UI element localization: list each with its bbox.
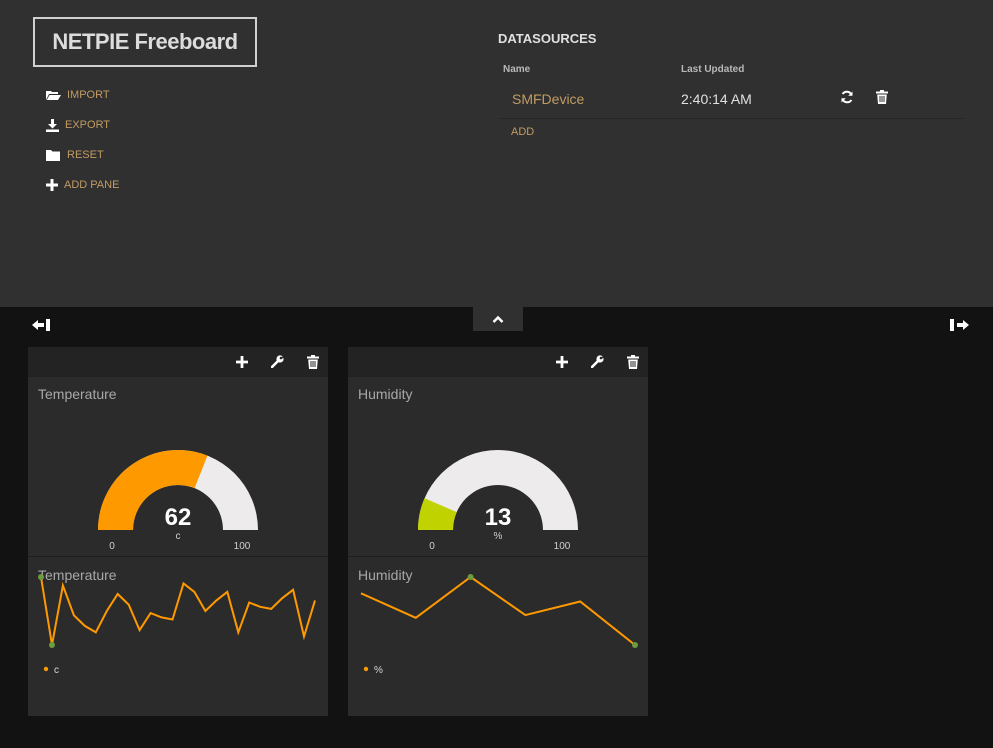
temperature-gauge: 62 c 0 100 — [98, 450, 258, 552]
add-widget-button[interactable] — [236, 355, 248, 373]
sparkline-legend: % — [374, 665, 383, 676]
shrink-columns-button[interactable] — [32, 318, 50, 337]
header-panel: NETPIE Freeboard IMPORT EXPORT RESET ADD… — [0, 0, 993, 307]
reset-menu-item[interactable]: RESET — [46, 147, 104, 163]
add-pane-label: ADD PANE — [64, 179, 120, 191]
board-title-box: NETPIE Freeboard — [33, 17, 257, 67]
grow-columns-button[interactable] — [950, 318, 969, 337]
wrench-icon — [590, 355, 604, 372]
folder-icon — [46, 149, 61, 161]
plus-icon — [236, 355, 248, 372]
gauge-min-label: 0 — [429, 541, 435, 552]
wrench-icon — [270, 355, 284, 372]
folder-open-icon — [46, 89, 61, 101]
arrow-left-bar-icon — [32, 319, 50, 336]
reset-label: RESET — [67, 149, 104, 161]
sparkline-legend: c — [54, 665, 59, 676]
import-label: IMPORT — [67, 89, 110, 101]
pane-temperature: Temperature 62 c 0 100 Temperature c — [28, 347, 328, 716]
add-widget-button[interactable] — [556, 355, 568, 373]
delete-datasource-icon[interactable] — [876, 90, 888, 109]
edit-pane-button[interactable] — [270, 355, 284, 373]
humidity-gauge: 13 % 0 100 — [418, 450, 578, 552]
datasources-col-name: Name — [503, 64, 531, 75]
sparkline-max-point — [467, 574, 474, 580]
arrow-right-bar-icon — [950, 319, 969, 336]
plus-icon — [556, 355, 568, 372]
plus-icon — [46, 179, 58, 191]
datasources-col-updated: Last Updated — [681, 64, 745, 75]
trash-icon — [307, 355, 319, 373]
trash-icon — [627, 355, 639, 373]
temperature-sparkline: c — [38, 574, 316, 676]
export-menu-item[interactable]: EXPORT — [46, 117, 110, 133]
datasource-name-link[interactable]: SMFDevice — [512, 91, 584, 107]
sparkline-max-point — [38, 574, 44, 580]
gauge-max-label: 100 — [554, 541, 571, 552]
legend-dot — [363, 666, 369, 672]
gauge-min-label: 0 — [109, 541, 115, 552]
datasources-title: DATASOURCES — [498, 31, 597, 46]
refresh-icon[interactable] — [840, 90, 854, 109]
sparkline-series-line — [360, 575, 636, 646]
humidity-sparkline: % — [360, 574, 638, 676]
legend-dot — [43, 666, 49, 672]
download-icon — [46, 118, 59, 132]
datasources-divider — [498, 118, 964, 119]
add-datasource-link[interactable]: ADD — [511, 126, 534, 138]
toggle-header-button[interactable] — [473, 307, 523, 331]
gauge-units: c — [176, 531, 181, 542]
sparkline-min-point — [632, 642, 638, 648]
delete-pane-button[interactable] — [627, 355, 639, 374]
sparkline-min-point — [49, 642, 55, 648]
gauge-units: % — [494, 531, 503, 542]
delete-pane-button[interactable] — [307, 355, 319, 374]
pane-humidity: Humidity 13 % 0 100 Humidity % — [348, 347, 648, 716]
add-pane-menu-item[interactable]: ADD PANE — [46, 177, 119, 193]
datasource-last-updated: 2:40:14 AM — [681, 91, 752, 107]
gauge-value: 62 — [165, 504, 192, 531]
board-title: NETPIE Freeboard — [52, 29, 238, 54]
gauge-max-label: 100 — [234, 541, 251, 552]
import-menu-item[interactable]: IMPORT — [46, 87, 110, 103]
export-label: EXPORT — [65, 119, 111, 131]
gauge-value: 13 — [485, 504, 512, 531]
edit-pane-button[interactable] — [590, 355, 604, 373]
sparkline-series-line — [40, 576, 316, 646]
chevron-up-icon — [492, 310, 504, 328]
